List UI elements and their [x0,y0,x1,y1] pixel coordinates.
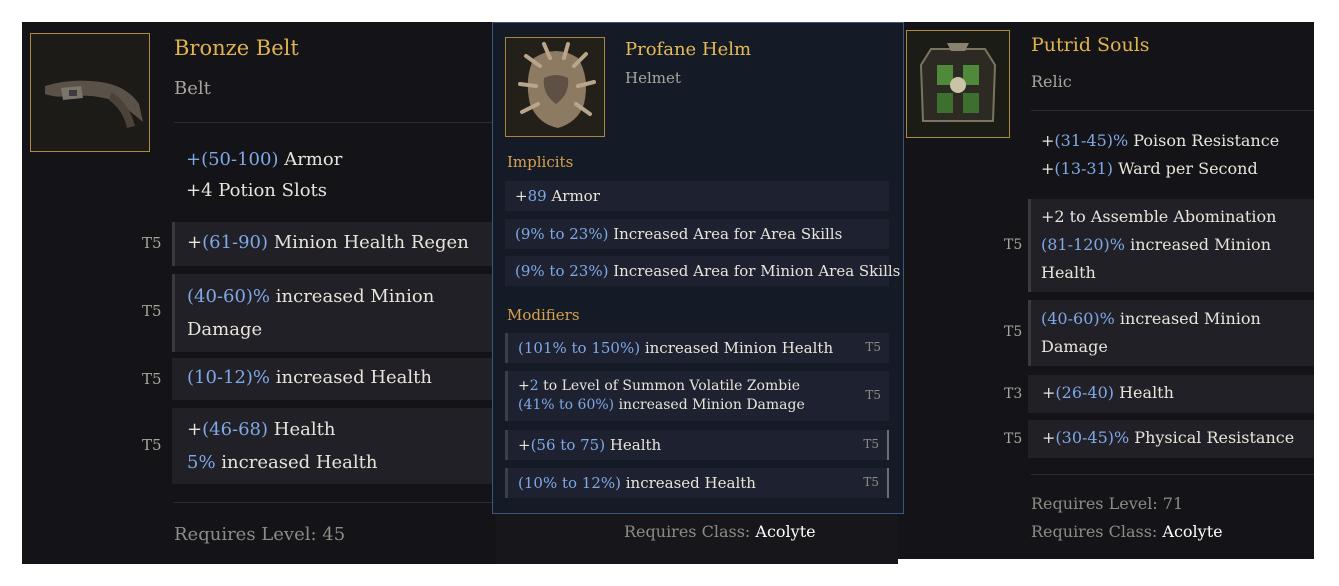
modifier-row: (101% to 150%) increased Minion Health T… [505,333,889,363]
affix-row[interactable]: +(30-45)% Physical Resistance [1028,420,1314,458]
item-tooltip: Profane Helm Helmet Implicits +89 Armor … [492,22,904,514]
item-type: Relic [1031,72,1072,91]
affix-row[interactable]: +(46-68) Health 5% increased Health [172,408,500,484]
item-name: Bronze Belt [174,36,299,60]
affix-row[interactable]: (10-12)% increased Health [172,358,500,400]
bronze-belt-card[interactable]: Bronze Belt Belt +(50-100) Armor +4 Poti… [22,22,500,564]
tier-label: T5 [1004,237,1023,253]
item-name: Putrid Souls [1031,34,1150,56]
implicit-row: (9% to 23%) Increased Area for Minion Ar… [505,256,900,286]
tier-label: T5 [142,436,162,454]
affix-row[interactable]: +(26-40) Health [1028,375,1314,413]
implicit-block: +(31-45)% Poison Resistance +(13-31) War… [1041,131,1280,178]
affix-row[interactable]: +(61-90) Minion Health Regen [172,222,500,266]
tier-label: T5 [142,234,162,252]
tier-label: T5 [865,388,881,402]
tier-label: T5 [863,475,879,489]
tier-label: T3 [1004,386,1023,402]
putrid-souls-card[interactable]: Putrid Souls Relic +(31-45)% Poison Resi… [898,22,1314,559]
relic-item-icon [906,30,1010,138]
implicit-row: +89 Armor [505,181,889,211]
implicit-line: +4 Potion Slots [186,180,328,201]
implicit-line: +(50-100) Armor [186,149,343,170]
affix-row[interactable]: (40-60)% increased Minion Damage [1028,300,1314,366]
requires-class: Requires Class: Acolyte [624,522,816,541]
tier-label: T5 [863,437,879,451]
belt-item-icon [30,33,150,152]
affix-row[interactable]: (40-60)% increased Minion Damage [172,274,500,352]
affix-row[interactable]: +2 to Assemble Abomination (81-120)% inc… [1028,199,1314,292]
divider [1031,110,1314,111]
helmet-item-icon [505,37,605,137]
modifier-row: +2 to Level of Summon Volatile Zombie (4… [505,371,889,421]
tier-label: T5 [865,340,881,354]
requires-level: Requires Level: 71 [1031,494,1184,513]
modifiers-header: Modifiers [507,306,580,324]
item-name: Profane Helm [625,39,752,60]
tier-label: T5 [1004,324,1023,340]
implicit-block: +(50-100) Armor +4 Potion Slots [186,144,342,206]
modifier-row: (10% to 12%) increased Health T5 [505,468,889,498]
implicit-row: (9% to 23%) Increased Area for Area Skil… [505,219,889,249]
divider [174,502,500,503]
tier-label: T5 [142,370,162,388]
tier-label: T5 [142,302,162,320]
divider [174,122,494,123]
requires-class: Requires Class: Acolyte [1031,522,1223,541]
modifier-row: +(56 to 75) Health T5 [505,430,889,460]
item-type: Helmet [625,69,681,87]
implicits-header: Implicits [507,153,574,171]
item-type: Belt [174,78,211,99]
tier-label: T5 [1004,431,1023,447]
requires-level: Requires Level: 45 [174,524,346,545]
divider [1031,474,1314,475]
